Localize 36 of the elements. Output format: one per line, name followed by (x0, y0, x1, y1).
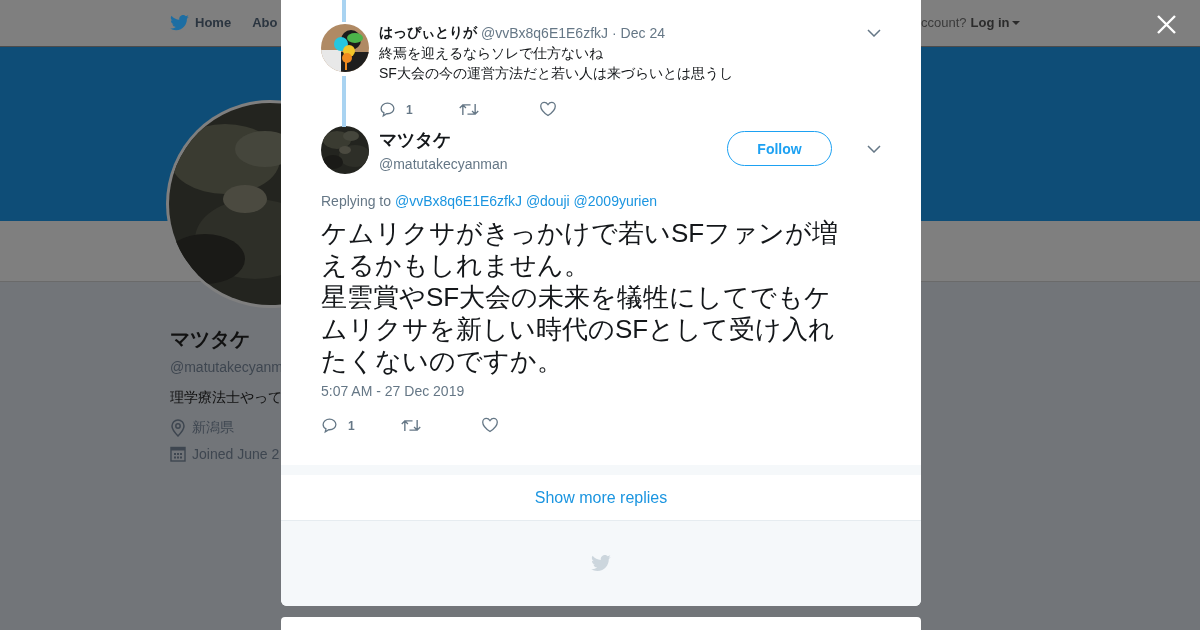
tweet-timestamp: 5:07 AM - 27 Dec 2019 (321, 383, 466, 399)
mention-link[interactable]: @douji (525, 193, 570, 209)
tweet-text: 終焉を迎えるならソレで仕方ないね SF大会の今の運営方法だと若い人は来づらいとは思うし (379, 44, 734, 83)
calendar-icon (170, 446, 186, 462)
nav-link[interactable]: Home (170, 15, 232, 31)
chevron-icon[interactable] (867, 145, 881, 153)
follow-button[interactable]: Follow (727, 131, 832, 166)
replying-to-text: Replying to @vvBx8q6E1E6zfkJ @douji @2009yurien (321, 193, 659, 209)
account-prompt: ccount? (921, 15, 967, 30)
tweet-text: ケムリクサがきっかけで若いSFファンが増えるかもしれません。 (321, 217, 840, 281)
author-name[interactable]: マツタケ (379, 128, 508, 152)
mention-link[interactable]: @2009yurien (573, 193, 658, 209)
heart-icon[interactable] (481, 417, 499, 433)
login-link[interactable]: Log in (970, 15, 1020, 30)
show-more-link[interactable]: Show more replies (534, 488, 668, 507)
profile-name: マツタケ (170, 327, 250, 352)
close-icon[interactable] (1157, 15, 1176, 34)
author-handle[interactable]: @vvBx8q6E1E6zfkJ (481, 25, 609, 41)
tweet-text: 星雲賞やSF大会の未来を犠牲にしてでもケムリクサを新しい時代のSFとして受け入れたくないのですか。 (321, 281, 837, 377)
retweet-icon[interactable] (459, 101, 479, 117)
reply-count: 1 (348, 419, 355, 433)
tweet-date[interactable]: · Dec 24 (612, 25, 665, 41)
mention-link[interactable]: @vvBx8q6E1E6zfkJ (394, 193, 522, 209)
retweet-icon[interactable] (401, 417, 421, 433)
author-name[interactable]: はっぴぃとりが (379, 24, 477, 42)
author-handle[interactable]: @matutakecyanman (379, 156, 508, 172)
bird-icon (170, 15, 189, 31)
chevron-icon[interactable] (867, 29, 881, 37)
nav-link[interactable]: Abo (252, 15, 278, 31)
location-pin-icon (170, 419, 186, 437)
bird-icon (591, 555, 611, 572)
heart-icon[interactable] (539, 101, 557, 117)
profile-bio: 理学療法士やって (170, 389, 282, 407)
reply-icon[interactable] (321, 416, 338, 434)
reply-count: 1 (406, 103, 413, 117)
reply-icon[interactable] (379, 100, 396, 118)
